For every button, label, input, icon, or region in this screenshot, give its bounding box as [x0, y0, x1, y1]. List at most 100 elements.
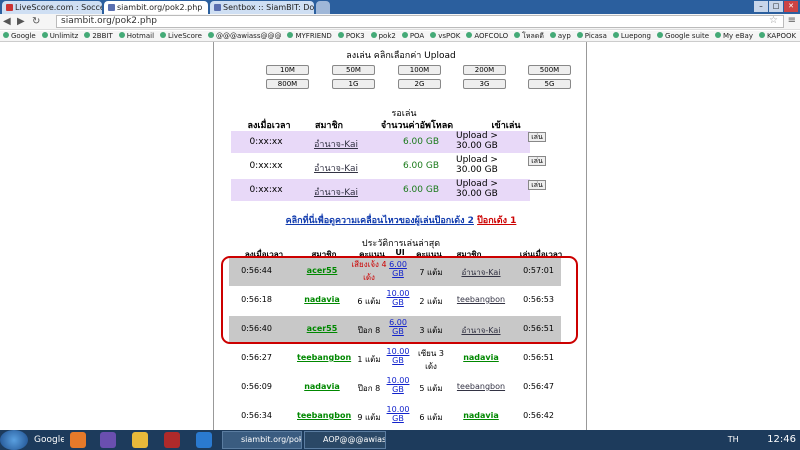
tab-sentbox[interactable]: Sentbox :: SiamBIT: Dom✕	[210, 1, 314, 14]
history-time2: 0:56:51	[523, 353, 554, 362]
upload-button-200m[interactable]: 200M	[463, 65, 506, 75]
upload-title: ลงเล่น คลิกเลือกค่า Upload	[346, 51, 456, 61]
upload-button-500m[interactable]: 500M	[528, 65, 571, 75]
bookmark-icon	[118, 32, 125, 38]
media-player-icon[interactable]	[164, 432, 180, 448]
history-member-link[interactable]: teebangbon	[297, 353, 351, 362]
bookmark-item[interactable]: Google	[0, 31, 39, 41]
history-member2-link[interactable]: teebangbon	[451, 382, 511, 391]
history-bet-link[interactable]: 10.00 GB	[384, 376, 412, 394]
upload-requirement: Upload > 30.00 GB	[456, 179, 498, 199]
play-button[interactable]: เล่น	[528, 132, 546, 142]
pokdeng2-activity-link[interactable]: คลิกที่นี่เพื่อดูความเคลื่อนไหวของผู้เล่…	[286, 216, 474, 226]
window-controls: – □ ✕	[754, 1, 798, 12]
start-button[interactable]	[0, 430, 28, 450]
bookmark-icon	[715, 32, 722, 38]
play-button[interactable]: เล่น	[528, 180, 546, 190]
bookmark-item[interactable]: POK3	[335, 31, 368, 41]
bookmark-item[interactable]: Hotmail	[116, 31, 157, 41]
member-link[interactable]: อำนาจ-Kai	[306, 161, 366, 175]
info-message: คลิกที่นี่เพื่อดูความเคลื่อนไหวของผู้เล่…	[214, 213, 588, 227]
bookmark-icon	[612, 32, 619, 38]
history-score: 9 แต้ม	[357, 413, 381, 422]
history-time: 0:56:34	[241, 411, 272, 420]
member-link[interactable]: อำนาจ-Kai	[306, 185, 366, 199]
taskbar: Google siambit.org/pok2... AOP@@@awias..…	[0, 430, 800, 450]
bookmark-item[interactable]: vsPOK	[427, 31, 463, 41]
bookmark-item[interactable]: Google suite	[654, 31, 712, 41]
bookmark-item[interactable]: Luepong	[610, 31, 654, 41]
bookmark-icon	[514, 32, 521, 38]
forward-arrow-icon[interactable]: ▶	[17, 16, 25, 27]
col-member-header: สมาชิก	[314, 121, 344, 131]
media-icon[interactable]	[100, 432, 116, 448]
play-button[interactable]: เล่น	[528, 156, 546, 166]
bookmark-item[interactable]: POA	[399, 31, 427, 41]
bookmark-item[interactable]: MYFRIEND	[284, 31, 334, 41]
bookmark-icon	[370, 32, 377, 38]
bookmark-icon	[84, 32, 91, 38]
bookmark-item[interactable]: 2BBIT	[81, 31, 115, 41]
history-bet-link[interactable]: 10.00 GB	[384, 347, 412, 365]
bookmark-item[interactable]: โหลดดี	[511, 31, 547, 41]
history-time: 0:56:09	[241, 382, 272, 391]
bookmark-icon	[207, 32, 214, 38]
tab-siambit[interactable]: siambit.org/pok2.php✕	[104, 1, 208, 14]
bookmark-icon	[41, 32, 48, 38]
reload-icon[interactable]: ↻	[32, 16, 40, 27]
upload-button-2g[interactable]: 2G	[398, 79, 441, 89]
bookmark-item[interactable]: Picasa	[574, 31, 610, 41]
taskbar-chrome-window[interactable]: siambit.org/pok2...	[222, 431, 302, 449]
upload-button-100m[interactable]: 100M	[398, 65, 441, 75]
bookmark-item[interactable]: AOFCOLO	[463, 31, 511, 41]
bookmark-icon	[466, 32, 473, 38]
bookmark-item[interactable]: @@@awiass@@@	[205, 31, 285, 41]
clock[interactable]: 12:46	[767, 434, 796, 445]
close-window-icon[interactable]: ✕	[784, 1, 798, 12]
bookmark-item[interactable]: аур	[547, 31, 574, 41]
taskbar-chat-window[interactable]: AOP@@@awias...	[304, 431, 386, 449]
bookmark-icon	[758, 32, 765, 38]
upload-button-5g[interactable]: 5G	[528, 79, 571, 89]
back-arrow-icon[interactable]: ◀	[3, 16, 11, 27]
minimize-icon[interactable]: –	[754, 1, 768, 12]
history-member-link[interactable]: nadavia	[297, 382, 347, 391]
siambit-favicon-icon	[108, 4, 115, 11]
bookmark-item[interactable]: Unlimitz	[39, 31, 82, 41]
wrench-menu-icon[interactable]: ≡	[788, 15, 796, 26]
tab-bar: LiveScore.com : Soccer Li✕ siambit.org/p…	[0, 0, 800, 14]
history-bet-link[interactable]: 10.00 GB	[384, 405, 412, 423]
upload-button-1g[interactable]: 1G	[332, 79, 375, 89]
bookmark-item[interactable]: pok2	[368, 31, 399, 41]
member-link[interactable]: อำนาจ-Kai	[306, 137, 366, 151]
history-member2-link[interactable]: nadavia	[451, 411, 511, 420]
address-input[interactable]: siambit.org/pok2.php	[56, 15, 784, 28]
bookmark-icon	[576, 32, 583, 38]
siambit-favicon-icon	[214, 4, 221, 11]
bookmark-item[interactable]: My eBay	[712, 31, 756, 41]
ie-icon[interactable]	[196, 432, 212, 448]
col-upload-header: จำนวนค่าอัพโหลด	[380, 121, 454, 131]
maximize-icon[interactable]: □	[769, 1, 783, 12]
game-panel: ลงเล่น คลิกเลือกค่า Upload 10M 50M 100M …	[213, 42, 587, 430]
upload-button-800m[interactable]: 800M	[266, 79, 309, 89]
pokdeng1-link[interactable]: ป๊อกเด้ง 1	[477, 216, 516, 226]
history-member2-link[interactable]: nadavia	[451, 353, 511, 362]
firefox-icon[interactable]	[70, 432, 86, 448]
history-time2: 0:56:42	[523, 411, 554, 420]
upload-requirement: Upload > 30.00 GB	[456, 155, 498, 175]
language-indicator[interactable]: TH	[728, 435, 739, 444]
upload-button-50m[interactable]: 50M	[332, 65, 375, 75]
google-toolbar-label[interactable]: Google	[34, 431, 64, 449]
new-tab-button[interactable]	[316, 1, 330, 14]
history-score: 1 แต้ม	[357, 355, 381, 364]
bookmark-item[interactable]: KAPOOK	[756, 31, 799, 41]
col-join-header: เข้าเล่น	[491, 121, 521, 131]
bookmark-item[interactable]: LiveScore	[157, 31, 205, 41]
tab-livescore[interactable]: LiveScore.com : Soccer Li✕	[2, 1, 102, 14]
bookmark-star-icon[interactable]: ☆	[769, 15, 778, 26]
history-member-link[interactable]: teebangbon	[297, 411, 351, 420]
folder-icon[interactable]	[132, 432, 148, 448]
upload-button-3g[interactable]: 3G	[463, 79, 506, 89]
upload-button-10m[interactable]: 10M	[266, 65, 309, 75]
